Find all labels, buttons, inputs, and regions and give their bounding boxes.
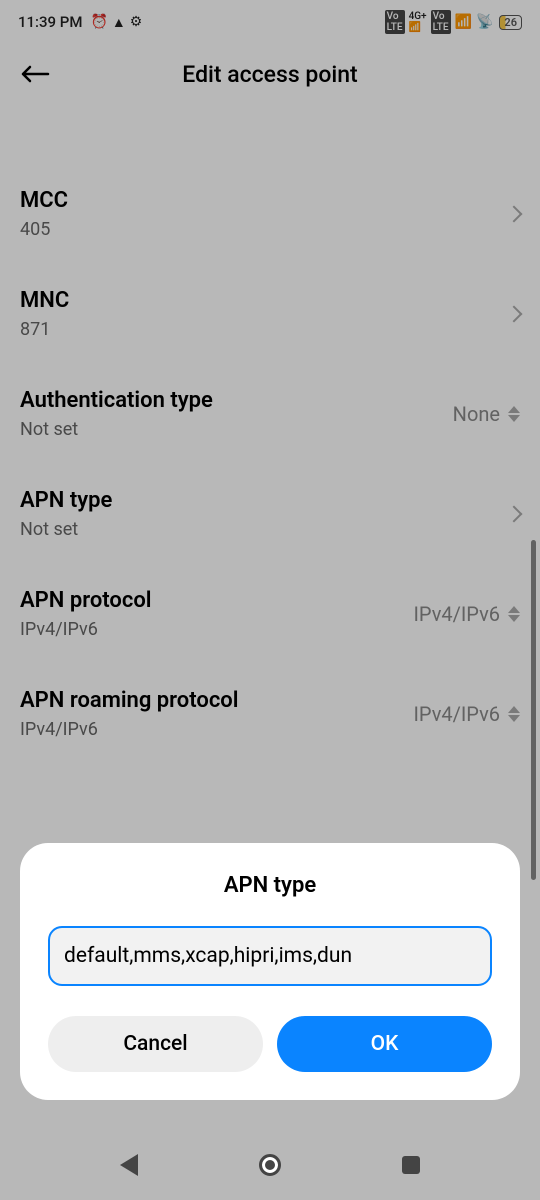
apn-type-input[interactable] xyxy=(48,926,492,986)
nav-back-button[interactable] xyxy=(120,1154,138,1176)
nav-recent-button[interactable] xyxy=(402,1156,420,1174)
dialog-title: APN type xyxy=(48,873,492,898)
dialog-overlay[interactable]: APN type Cancel OK xyxy=(0,0,540,1200)
cancel-button[interactable]: Cancel xyxy=(48,1016,263,1072)
navigation-bar xyxy=(0,1130,540,1200)
nav-home-button[interactable] xyxy=(259,1154,281,1176)
ok-button[interactable]: OK xyxy=(277,1016,492,1072)
apn-type-dialog: APN type Cancel OK xyxy=(20,843,520,1100)
